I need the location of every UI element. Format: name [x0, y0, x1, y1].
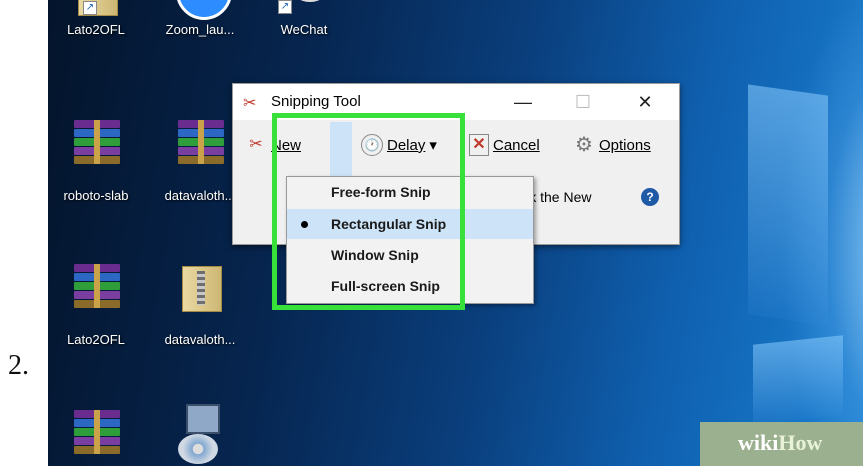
watermark-how: How: [778, 430, 823, 455]
desktop-icon-zoom[interactable]: Zoom_lau...: [152, 0, 248, 54]
desktop-icon-label: Lato2OFL: [67, 22, 125, 37]
desktop-icon-archive[interactable]: [48, 410, 144, 466]
desktop-icon-label: Lato2OFL: [67, 332, 125, 347]
computer-icon: [186, 404, 220, 434]
desktop-icon-lato2ofl-archive[interactable]: Lato2OFL: [48, 264, 144, 354]
wikihow-watermark: wikiHow: [700, 422, 863, 466]
desktop-icon-label: Zoom_lau...: [165, 22, 235, 37]
window-title: Snipping Tool: [271, 93, 361, 110]
wechat-icon: [290, 0, 330, 2]
gear-icon: ⚙: [575, 134, 593, 156]
cd-icon: [178, 434, 218, 464]
zoom-icon: [176, 0, 232, 20]
shortcut-arrow-icon: ↗: [278, 0, 292, 14]
wallpaper-beam: [753, 335, 843, 425]
zip-folder-icon: [182, 266, 222, 312]
desktop-icon-wechat[interactable]: ↗ WeChat: [256, 0, 352, 54]
desktop-icon-label: roboto-slab: [63, 188, 129, 203]
options-button[interactable]: ⚙ Options: [573, 132, 651, 158]
winrar-archive-icon: [178, 120, 224, 164]
winrar-archive-icon: [74, 410, 120, 454]
desktop-icon-roboto-slab[interactable]: roboto-slab: [48, 120, 144, 210]
step-number: 2.: [8, 350, 29, 381]
winrar-archive-icon: [74, 120, 120, 164]
desktop-icon-label: datavaloth...: [164, 332, 236, 347]
cancel-button[interactable]: ✕ Cancel: [469, 132, 540, 158]
cancel-label: Cancel: [493, 136, 540, 154]
watermark-wiki: wiki: [738, 430, 779, 455]
close-button[interactable]: ✕: [623, 88, 667, 116]
wallpaper-beam: [748, 84, 828, 326]
desktop-icon-label: WeChat: [280, 22, 328, 37]
folder-icon: ↗: [78, 0, 118, 16]
winrar-archive-icon: [74, 264, 120, 308]
options-label: Options: [599, 136, 651, 154]
maximize-button[interactable]: ☐: [561, 88, 605, 116]
cancel-icon: ✕: [469, 134, 489, 156]
minimize-button[interactable]: —: [501, 88, 545, 116]
desktop-icon-datavaloth-zip[interactable]: datavaloth...: [152, 264, 248, 354]
scissors-icon: ✂: [243, 95, 257, 112]
scissors-icon: ✂: [249, 136, 263, 153]
shortcut-arrow-icon: ↗: [83, 1, 97, 15]
green-highlight-box: [272, 113, 465, 310]
desktop-icon-installer[interactable]: [152, 404, 248, 466]
desktop-icon-lato2ofl[interactable]: ↗ Lato2OFL: [48, 0, 144, 54]
help-icon[interactable]: ?: [641, 188, 659, 206]
